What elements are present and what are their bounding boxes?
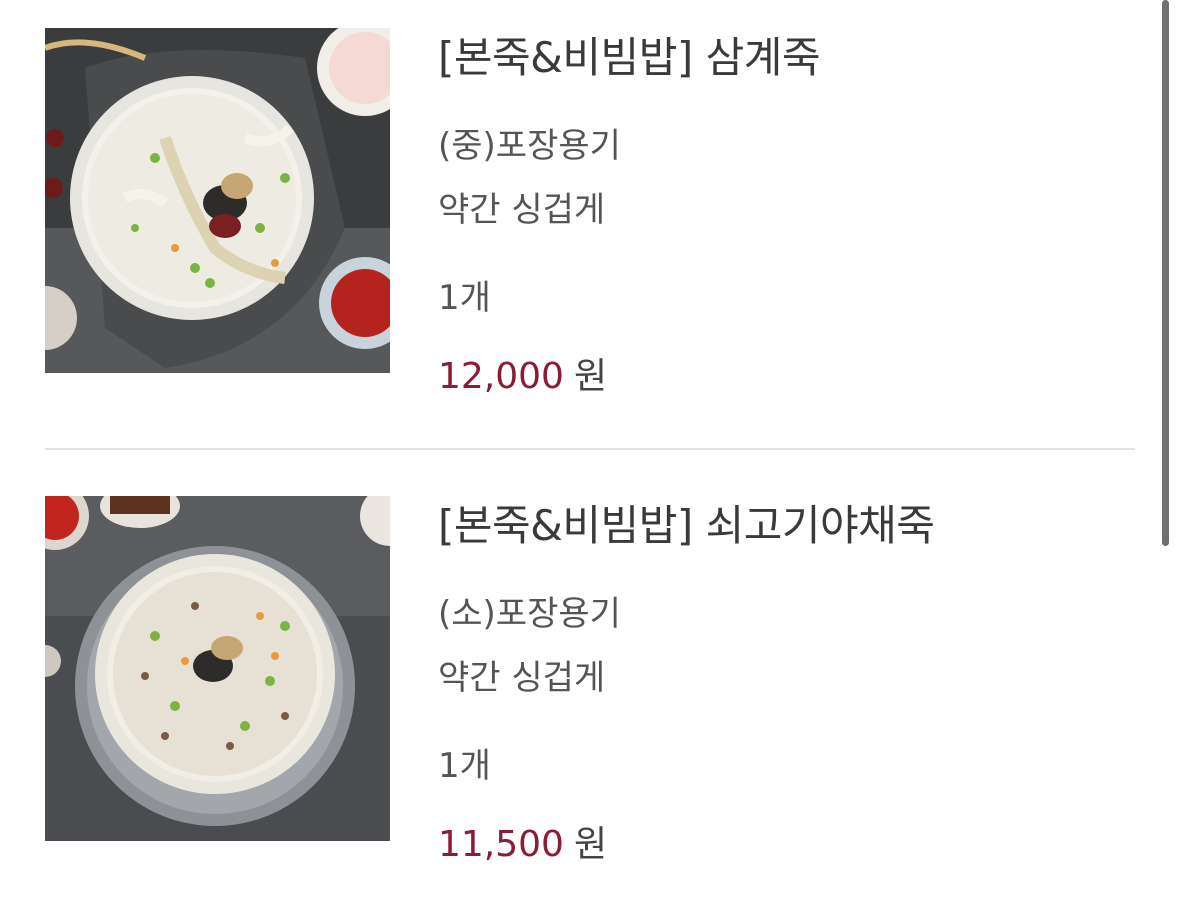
- product-title[interactable]: [본죽&비빔밥] 삼계죽: [438, 30, 821, 86]
- option-taste: 약간 싱겁게: [438, 658, 606, 698]
- option-container: (중)포장용기: [438, 126, 621, 166]
- item-divider: [45, 448, 1135, 450]
- price-amount: 12,000: [438, 356, 564, 397]
- product-image[interactable]: [45, 496, 390, 841]
- item-price: 12,000 원: [438, 354, 607, 400]
- product-image[interactable]: [45, 28, 390, 373]
- option-container: (소)포장용기: [438, 594, 621, 634]
- price-unit: 원: [573, 824, 608, 865]
- porridge-image-samgye: [45, 28, 390, 373]
- item-quantity: 1개: [438, 746, 491, 786]
- price-unit: 원: [573, 356, 608, 397]
- option-taste: 약간 싱겁게: [438, 190, 606, 230]
- price-amount: 11,500: [438, 824, 564, 865]
- item-quantity: 1개: [438, 278, 491, 318]
- product-title[interactable]: [본죽&비빔밥] 쇠고기야채죽: [438, 498, 935, 554]
- item-price: 11,500 원: [438, 822, 607, 868]
- porridge-image-beef-vegetable: [45, 496, 390, 841]
- cart-page: [본죽&비빔밥] 삼계죽 (중)포장용기 약간 싱겁게 1개 12,000원: [0, 0, 1179, 914]
- scrollbar[interactable]: [1162, 0, 1169, 546]
